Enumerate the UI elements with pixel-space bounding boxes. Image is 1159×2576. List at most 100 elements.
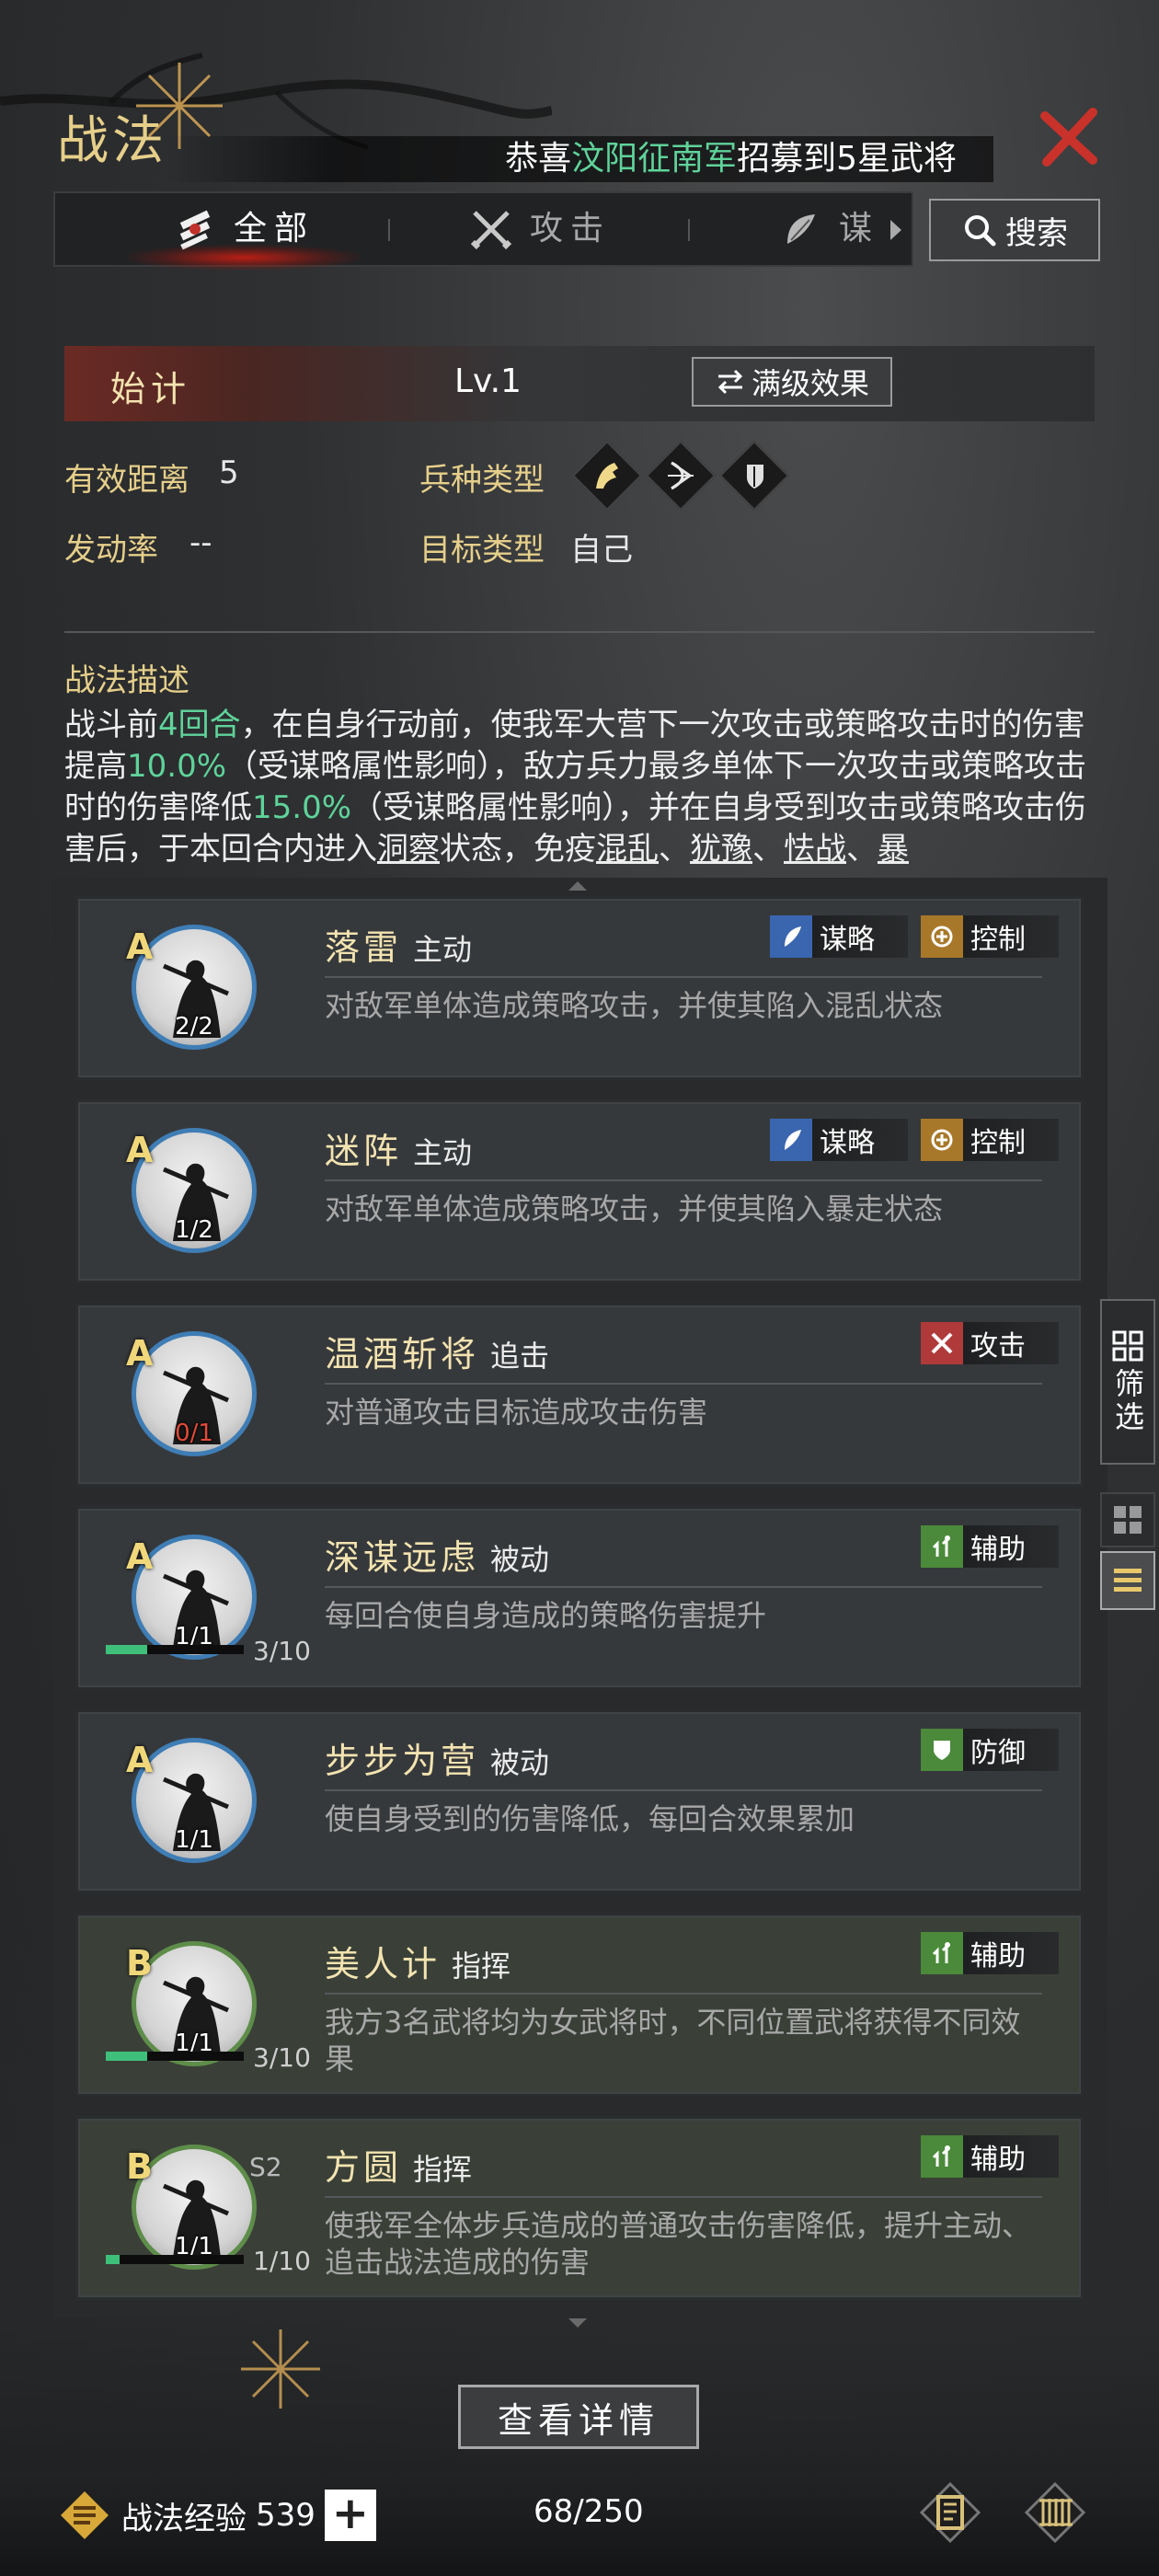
- status-link-insight[interactable]: 洞察: [377, 831, 440, 868]
- tactic-card[interactable]: A 1/1 步步为营 被动 防御 使自身受到的伤害降低，每回合效果累加: [75, 1709, 1084, 1893]
- tactic-divider: [325, 1586, 1042, 1588]
- tactic-tag-label: 辅助: [970, 1534, 1026, 1566]
- skill-header: [64, 346, 1095, 421]
- tab-attack-label: 攻击: [530, 210, 612, 247]
- tactic-tag-label: 控制: [970, 1127, 1026, 1159]
- status-link-rampage[interactable]: 暴: [878, 831, 909, 868]
- skill-name: 始计: [110, 369, 192, 409]
- notice-highlight: 汶阳征南军: [571, 140, 738, 178]
- tactic-exp-icon: [61, 2491, 109, 2539]
- tactic-type: 主动: [413, 1135, 473, 1170]
- tactic-description: 对普通攻击目标造成攻击伤害: [325, 1395, 708, 1430]
- rate-label: 发动率: [64, 532, 158, 569]
- status-link-chaos[interactable]: 混乱: [596, 831, 659, 868]
- tactic-tag: 控制: [921, 915, 1059, 958]
- tactic-count: 0/1: [175, 1420, 213, 1447]
- tab-attack[interactable]: 攻击: [469, 193, 611, 265]
- tactic-tag: 辅助: [921, 2135, 1059, 2178]
- season-badge: S2: [249, 2152, 282, 2182]
- search-icon: [965, 215, 996, 247]
- tactic-grade: A: [126, 1740, 154, 1780]
- view-details-button[interactable]: 查看详情: [458, 2385, 699, 2449]
- tactic-divider: [325, 1383, 1042, 1385]
- tactic-card[interactable]: A 1/2 迷阵 主动 谋略 控制 对敌军单体造成策略攻击，并使其陷入暴走状态: [75, 1099, 1084, 1283]
- status-link-hesitate[interactable]: 犹豫: [690, 831, 752, 868]
- tactic-divider: [325, 1993, 1042, 1995]
- tactic-grade: A: [126, 1536, 154, 1577]
- tactic-progress-bar: [106, 2052, 244, 2061]
- strategy-icon: [770, 915, 812, 958]
- tactic-tag: 控制: [921, 1119, 1059, 1161]
- support-icon: [921, 2135, 963, 2178]
- tab-all-label: 全部: [234, 210, 316, 247]
- tactic-progress-fill: [106, 2052, 147, 2061]
- tactic-name-row: 深谋远虑 被动: [325, 1529, 549, 1580]
- chevron-right-icon[interactable]: [888, 218, 904, 242]
- filter-label: 筛选: [1110, 1368, 1145, 1434]
- list-view-button[interactable]: [1100, 1551, 1155, 1610]
- search-button[interactable]: 搜索: [929, 199, 1100, 261]
- desc-text: 战斗前: [64, 707, 158, 743]
- tactic-tag-label: 辅助: [970, 2144, 1026, 2176]
- desc-separator: 、: [752, 831, 784, 868]
- tactic-grade: A: [126, 926, 154, 967]
- tab-strategy-label: 谋: [839, 210, 880, 247]
- close-icon[interactable]: [1036, 103, 1106, 173]
- tactic-progress-text: 3/10: [253, 1636, 311, 1666]
- tactic-description: 使我军全体步兵造成的普通攻击伤害降低，提升主动、追击战法造成的伤害: [325, 2208, 1032, 2280]
- tactic-card[interactable]: B 1/1 美人计 指挥 辅助 我方3名武将均为女武将时，不同位置武将获得不同效果…: [75, 1913, 1084, 2097]
- control-icon: [921, 915, 963, 958]
- tactic-name: 深谋远虑: [325, 1537, 480, 1578]
- status-link-cowardice[interactable]: 怯战: [784, 831, 846, 868]
- tab-separator: [688, 219, 690, 241]
- tactic-type: 追击: [490, 1339, 550, 1374]
- desc-value: 15.0%: [252, 789, 352, 826]
- defense-icon: [921, 1729, 963, 1771]
- divider: [64, 631, 1095, 633]
- tactic-progress-fill: [106, 1645, 147, 1654]
- notice-prefix: 恭喜: [505, 140, 572, 178]
- grid-view-icon: [1114, 1506, 1142, 1534]
- tactic-capacity: 68/250: [534, 2493, 644, 2530]
- tactic-progress-bar: [106, 2255, 244, 2264]
- swap-icon: [717, 369, 743, 395]
- tactic-count: 1/1: [175, 1826, 213, 1854]
- tactic-name: 迷阵: [325, 1131, 403, 1171]
- desc-value: 10.0%: [127, 748, 227, 785]
- tactic-exp: 战法经验 539 +: [57, 2488, 376, 2543]
- tactic-card[interactable]: A 2/2 落雷 主动 谋略 控制 对敌军单体造成策略攻击，并使其陷入混乱状态: [75, 896, 1084, 1080]
- target-type-label: 目标类型: [419, 532, 545, 569]
- tactic-card[interactable]: A 0/1 温酒斩将 追击 攻击 对普通攻击目标造成攻击伤害: [75, 1303, 1084, 1487]
- tactic-tag-label: 辅助: [970, 1940, 1026, 1972]
- tactic-count: 2/2: [175, 1013, 213, 1041]
- tactic-divider: [325, 2196, 1042, 2198]
- tab-all[interactable]: 全部: [126, 193, 361, 270]
- support-icon: [921, 1525, 963, 1568]
- exp-value: 539: [256, 2497, 316, 2534]
- tactic-list[interactable]: A 2/2 落雷 主动 谋略 控制 对敌军单体造成策略攻击，并使其陷入混乱状态 A…: [53, 878, 1107, 2318]
- tactic-name-row: 温酒斩将 追击: [325, 1326, 549, 1376]
- full-level-effect-button[interactable]: 满级效果: [692, 357, 892, 407]
- tactic-type: 主动: [413, 932, 473, 967]
- tactic-tag-label: 防御: [970, 1737, 1026, 1769]
- add-exp-button[interactable]: +: [324, 2490, 376, 2541]
- tactic-progress-fill: [106, 2255, 120, 2264]
- crossed-swords-icon: [470, 211, 512, 250]
- tactic-description: 我方3名武将均为女武将时，不同位置武将获得不同效果: [325, 2005, 1021, 2076]
- tactic-card[interactable]: A 1/1 深谋远虑 被动 辅助 每回合使自身造成的策略伤害提升 3/10: [75, 1506, 1084, 1690]
- control-icon: [921, 1119, 963, 1161]
- scroll-up-arrow-icon: [568, 881, 587, 891]
- range-value: 5: [219, 454, 239, 491]
- tactic-tag: 谋略: [770, 1119, 908, 1161]
- scroll-book-icon[interactable]: [918, 2480, 982, 2545]
- tactic-card[interactable]: B 1/1 S2 方圆 指挥 辅助 使我军全体步兵造成的普通攻击伤害降低，提升主动…: [75, 2116, 1084, 2300]
- notice-suffix: 招募到5星武将: [737, 140, 957, 178]
- tactic-grade: A: [126, 1130, 154, 1170]
- tactic-type: 指挥: [452, 1949, 511, 1984]
- range-label: 有效距离: [64, 462, 189, 499]
- grid-view-button[interactable]: [1100, 1492, 1155, 1547]
- filter-button[interactable]: 筛选: [1100, 1299, 1155, 1465]
- tab-strategy[interactable]: 谋: [778, 193, 879, 265]
- bamboo-scroll-icon[interactable]: [1023, 2480, 1087, 2545]
- tactic-progress-text: 3/10: [253, 2042, 311, 2073]
